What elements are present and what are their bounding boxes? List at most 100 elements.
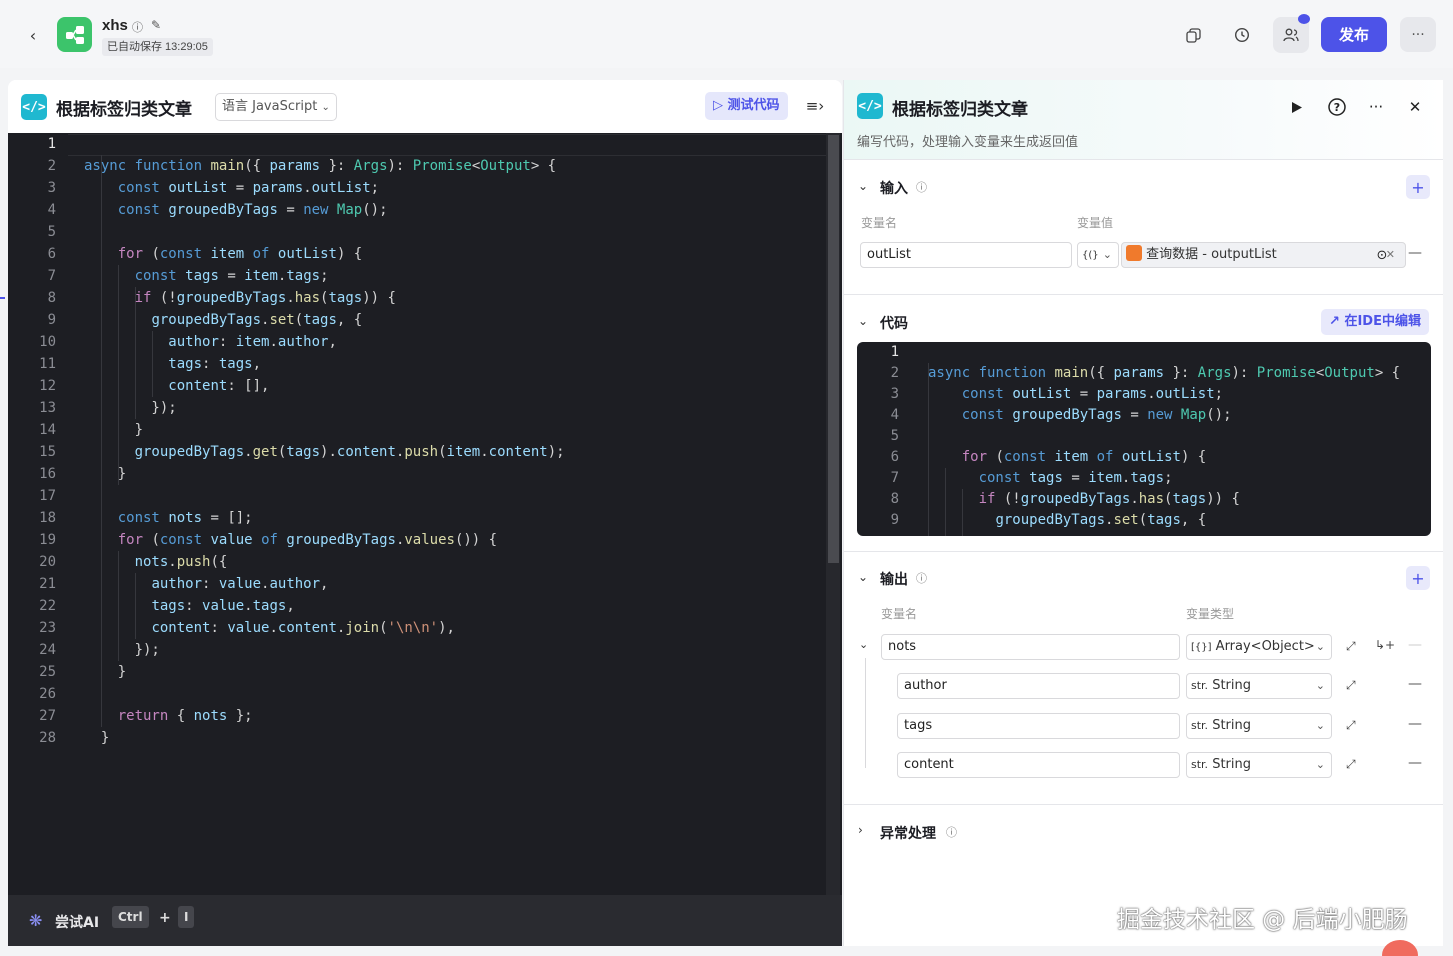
output-type-label: String <box>1212 718 1251 733</box>
line-number: 2 <box>47 158 56 174</box>
edit-in-ide-label: 在IDE中编辑 <box>1344 314 1421 329</box>
shortcut-plus: + <box>159 910 171 926</box>
remove-output-button[interactable]: — <box>1408 755 1422 771</box>
code-preview[interactable]: 123456789 async function main({ params }… <box>857 342 1431 536</box>
col-header-name: 变量名 <box>881 607 918 621</box>
collapse-panel-icon[interactable]: ≡› <box>804 95 826 117</box>
output-var-type-select[interactable]: str. String ⌄ <box>1186 673 1332 699</box>
help-icon[interactable]: ? <box>1325 95 1349 119</box>
code-section-title[interactable]: 代码 <box>880 313 908 333</box>
output-var-name-field[interactable]: content <box>897 752 1180 778</box>
output-var-type-select[interactable]: str. String ⌄ <box>1186 752 1332 778</box>
exception-section-title[interactable]: 异常处理 <box>880 823 936 843</box>
line-number: 5 <box>47 224 56 240</box>
autosave-status: 已自动保存 13:29:05 <box>102 38 213 56</box>
copy-icon[interactable] <box>1180 22 1206 48</box>
output-var-name-field[interactable]: author <box>897 673 1180 699</box>
info-icon[interactable]: ⓘ <box>132 19 143 35</box>
language-label: 语言 JavaScript <box>222 99 318 114</box>
expand-icon[interactable]: ⤢ <box>1346 757 1356 772</box>
line-number: 8 <box>47 290 56 306</box>
sparkle-icon: ❋ <box>29 911 43 930</box>
line-number: 9 <box>890 512 899 528</box>
edit-icon[interactable]: ✎ <box>151 18 161 32</box>
back-arrow-icon[interactable]: ‹ <box>20 22 46 48</box>
output-type-label: Array<Object> <box>1215 639 1315 654</box>
info-icon[interactable]: ⓘ <box>916 179 927 195</box>
run-play-icon[interactable] <box>1285 95 1309 119</box>
editor-header: </> 根据标签归类文章 语言 JavaScript ⌄ ▷ 测试代码 ≡› <box>8 80 842 133</box>
line-number: 22 <box>39 598 56 614</box>
info-icon[interactable]: ⓘ <box>946 824 957 840</box>
col-header-name: 变量名 <box>861 216 898 230</box>
more-icon[interactable]: ··· <box>1400 17 1436 52</box>
value-type-select[interactable]: {(} ⌄ <box>1077 242 1119 268</box>
input-section-title[interactable]: 输入 <box>880 178 908 198</box>
scroll-thumb[interactable] <box>828 135 839 563</box>
chevron-down-icon[interactable]: ⌄ <box>859 638 868 651</box>
output-var-name-field[interactable]: tags <box>897 713 1180 739</box>
more-icon[interactable]: ··· <box>1364 95 1388 119</box>
expand-icon[interactable]: ⤢ <box>1346 678 1356 693</box>
history-icon[interactable] <box>1229 22 1255 48</box>
line-number: 10 <box>39 334 56 350</box>
line-number: 1 <box>47 136 56 152</box>
line-number: 6 <box>47 246 56 262</box>
line-number: 4 <box>890 407 899 423</box>
output-section-title[interactable]: 输出 <box>880 569 908 589</box>
line-number: 3 <box>47 180 56 196</box>
line-number: 18 <box>39 510 56 526</box>
line-number: 12 <box>39 378 56 394</box>
line-number: 20 <box>39 554 56 570</box>
line-number: 7 <box>47 268 56 284</box>
shortcut-key-i: I <box>178 906 195 928</box>
line-number: 23 <box>39 620 56 636</box>
string-type-icon: str. <box>1191 679 1209 692</box>
expand-icon[interactable]: ⤢ <box>1346 718 1356 733</box>
target-icon[interactable]: ⊙ <box>1372 243 1392 267</box>
remove-input-button[interactable]: — <box>1408 245 1422 261</box>
line-number: 27 <box>39 708 56 724</box>
line-number: 5 <box>890 428 899 444</box>
chevron-down-icon: ⌄ <box>1102 248 1112 261</box>
code-editor[interactable]: 1 2 3 4 5 6 7 8 9 10 11 12 13 14 15 16 17 18 19 20 21 22 23 24 2… <box>8 133 842 895</box>
reference-icon: {(} <box>1082 250 1099 261</box>
publish-button[interactable]: 发布 <box>1321 17 1387 52</box>
app-logo-icon <box>57 17 92 52</box>
remove-output-button[interactable]: — <box>1408 637 1422 653</box>
chevron-down-icon[interactable]: ⌄ <box>858 314 868 328</box>
chevron-down-icon[interactable]: ⌄ <box>858 179 868 193</box>
line-number: 6 <box>890 449 899 465</box>
output-var-type-select[interactable]: [{}] Array<Object> ⌄ <box>1186 634 1332 660</box>
test-code-button[interactable]: ▷ 测试代码 <box>705 92 788 120</box>
chevron-down-icon: ⌄ <box>1315 719 1325 732</box>
node-title[interactable]: 根据标签归类文章 <box>892 95 1028 120</box>
line-number-gutter: 1 2 3 4 5 6 7 8 9 10 11 12 13 14 15 16 17 18 19 20 21 22 23 24 2… <box>8 133 68 895</box>
line-number: 15 <box>39 444 56 460</box>
svg-text:?: ? <box>1334 101 1340 114</box>
info-icon[interactable]: ⓘ <box>916 570 927 586</box>
chevron-down-icon[interactable]: ⌄ <box>858 570 868 584</box>
add-input-button[interactable]: + <box>1406 175 1430 199</box>
value-reference-field[interactable]: 查询数据 - outputList ✕ <box>1121 242 1406 268</box>
ai-assist-bar[interactable]: ❋ 尝试AI Ctrl + I <box>8 895 842 946</box>
edit-in-ide-button[interactable]: ↗ 在IDE中编辑 <box>1321 309 1429 335</box>
expand-icon[interactable]: ⤢ <box>1346 639 1356 654</box>
output-var-type-select[interactable]: str. String ⌄ <box>1186 713 1332 739</box>
add-child-icon[interactable]: ↳+ <box>1375 638 1395 652</box>
output-var-name-field[interactable]: nots <box>881 634 1180 660</box>
editor-scrollbar[interactable] <box>826 133 840 895</box>
chevron-down-icon: ⌄ <box>1315 758 1325 771</box>
language-select[interactable]: 语言 JavaScript ⌄ <box>215 93 337 121</box>
chevron-right-icon[interactable]: › <box>858 823 863 837</box>
watermark: 掘金技术社区 @ 后端小肥肠 <box>1117 907 1408 933</box>
code-node-icon: </> <box>21 94 47 120</box>
line-number: 3 <box>890 386 899 402</box>
line-number: 11 <box>39 356 56 372</box>
remove-output-button[interactable]: — <box>1408 716 1422 732</box>
input-var-name-field[interactable]: outList <box>860 242 1072 268</box>
remove-output-button[interactable]: — <box>1408 676 1422 692</box>
node-title: 根据标签归类文章 <box>56 100 192 120</box>
close-icon[interactable]: ✕ <box>1403 95 1427 119</box>
add-output-button[interactable]: + <box>1406 566 1430 590</box>
